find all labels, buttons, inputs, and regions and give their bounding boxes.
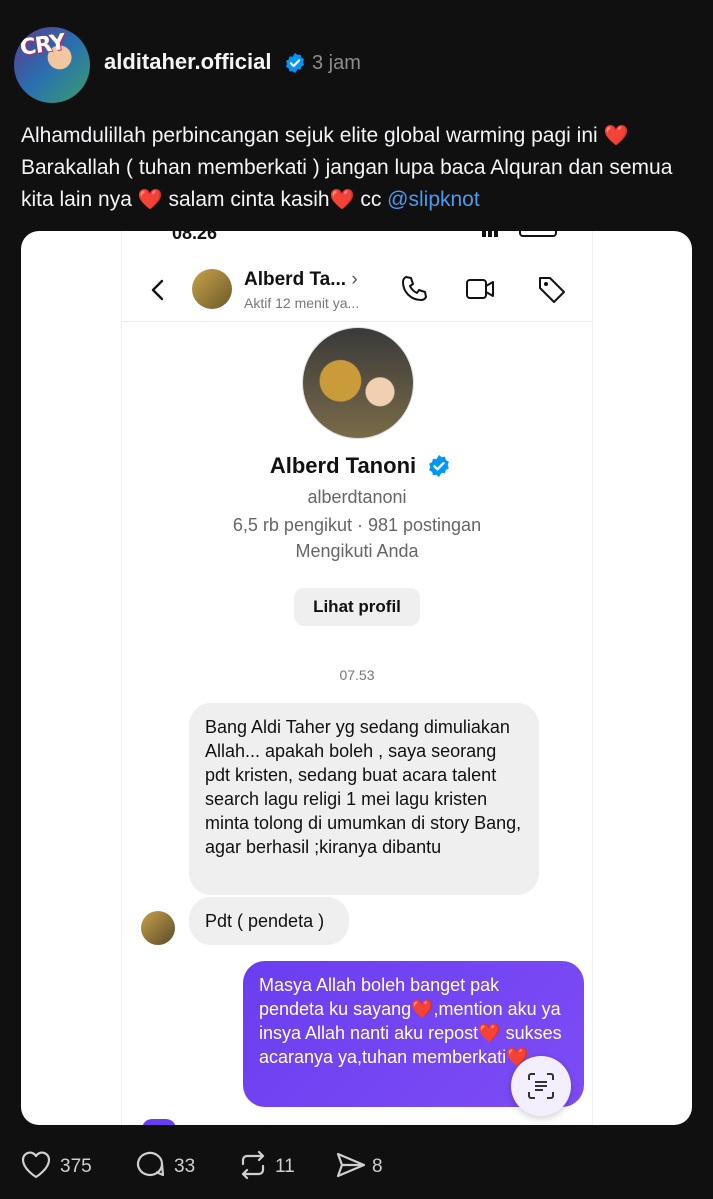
comment-count: 33 <box>174 1156 196 1177</box>
heart-emoji-icon: ❤️ <box>478 1023 501 1043</box>
sender-avatar <box>141 911 175 945</box>
chat-header-status: Aktif 12 menit ya... <box>244 295 360 311</box>
heart-emoji-icon: ❤️ <box>137 189 163 211</box>
verified-badge-icon <box>285 52 305 74</box>
tag-icon <box>539 277 565 303</box>
dm-profile-stats: 6,5 rb pengikut · 981 postingan <box>232 515 482 535</box>
next-message-peek <box>142 1119 176 1125</box>
back-arrow-icon <box>151 279 164 301</box>
share-button[interactable]: 8 <box>335 1146 395 1186</box>
dm-screenshot: 08.26 Alberd Ta... › Aktif 12 menit ya..… <box>121 231 593 1125</box>
post-caption: Alhamdulillah perbincangan sejuk elite g… <box>21 120 701 216</box>
chat-header-name: Alberd Ta... › <box>244 269 358 290</box>
dm-profile-handle: alberdtanoni <box>307 487 407 507</box>
heart-icon <box>21 1151 51 1179</box>
dm-profile-photo <box>302 327 414 439</box>
send-icon <box>336 1152 366 1178</box>
heart-emoji-icon: ❤️ <box>603 125 629 147</box>
caption-text-4: cc <box>360 188 382 211</box>
mention-link[interactable]: @slipknot <box>387 188 480 211</box>
comment-button[interactable]: 33 <box>134 1146 204 1186</box>
post-actions: 375 33 11 8 <box>0 1146 713 1186</box>
chat-header: Alberd Ta... › Aktif 12 menit ya... <box>122 263 592 322</box>
like-count: 375 <box>60 1156 92 1177</box>
text-scan-button[interactable] <box>511 1056 571 1116</box>
verified-badge-icon <box>429 455 449 477</box>
video-call-icon <box>466 279 494 299</box>
status-bar-icons <box>482 231 557 237</box>
dm-profile-name: Alberd Tanoni <box>269 453 417 478</box>
phone-call-icon <box>402 276 427 301</box>
repost-button[interactable]: 11 <box>237 1146 307 1186</box>
repost-count: 11 <box>275 1156 295 1177</box>
text-scan-icon <box>528 1073 554 1099</box>
post-time: 3 jam <box>312 52 361 74</box>
caption-text-1: Alhamdulillah perbincangan sejuk elite g… <box>21 124 598 147</box>
post-image[interactable]: 08.26 Alberd Ta... › Aktif 12 menit ya..… <box>21 231 692 1125</box>
caption-text-3: salam cinta kasih <box>168 188 330 211</box>
profile-avatar[interactable]: CRY <box>14 27 90 103</box>
heart-emoji-icon: ❤️ <box>411 999 434 1019</box>
message-timestamp: 07.53 <box>339 667 375 683</box>
heart-emoji-icon: ❤️ <box>329 189 355 211</box>
repost-icon <box>241 1150 265 1180</box>
incoming-message: Pdt ( pendeta ) <box>189 897 349 945</box>
avatar-graphic: CRY <box>18 30 67 61</box>
like-button[interactable]: 375 <box>20 1146 100 1186</box>
comment-icon <box>136 1151 165 1177</box>
incoming-message: Bang Aldi Taher yg sedang dimuliakan All… <box>189 703 539 895</box>
dm-follow-status: Mengikuti Anda <box>295 541 419 561</box>
post-username[interactable]: alditaher.official <box>104 49 272 75</box>
view-profile-button: Lihat profil <box>294 588 420 626</box>
chat-header-avatar <box>192 269 232 309</box>
share-count: 8 <box>372 1156 383 1177</box>
status-bar-time: 08.26 <box>172 231 218 243</box>
